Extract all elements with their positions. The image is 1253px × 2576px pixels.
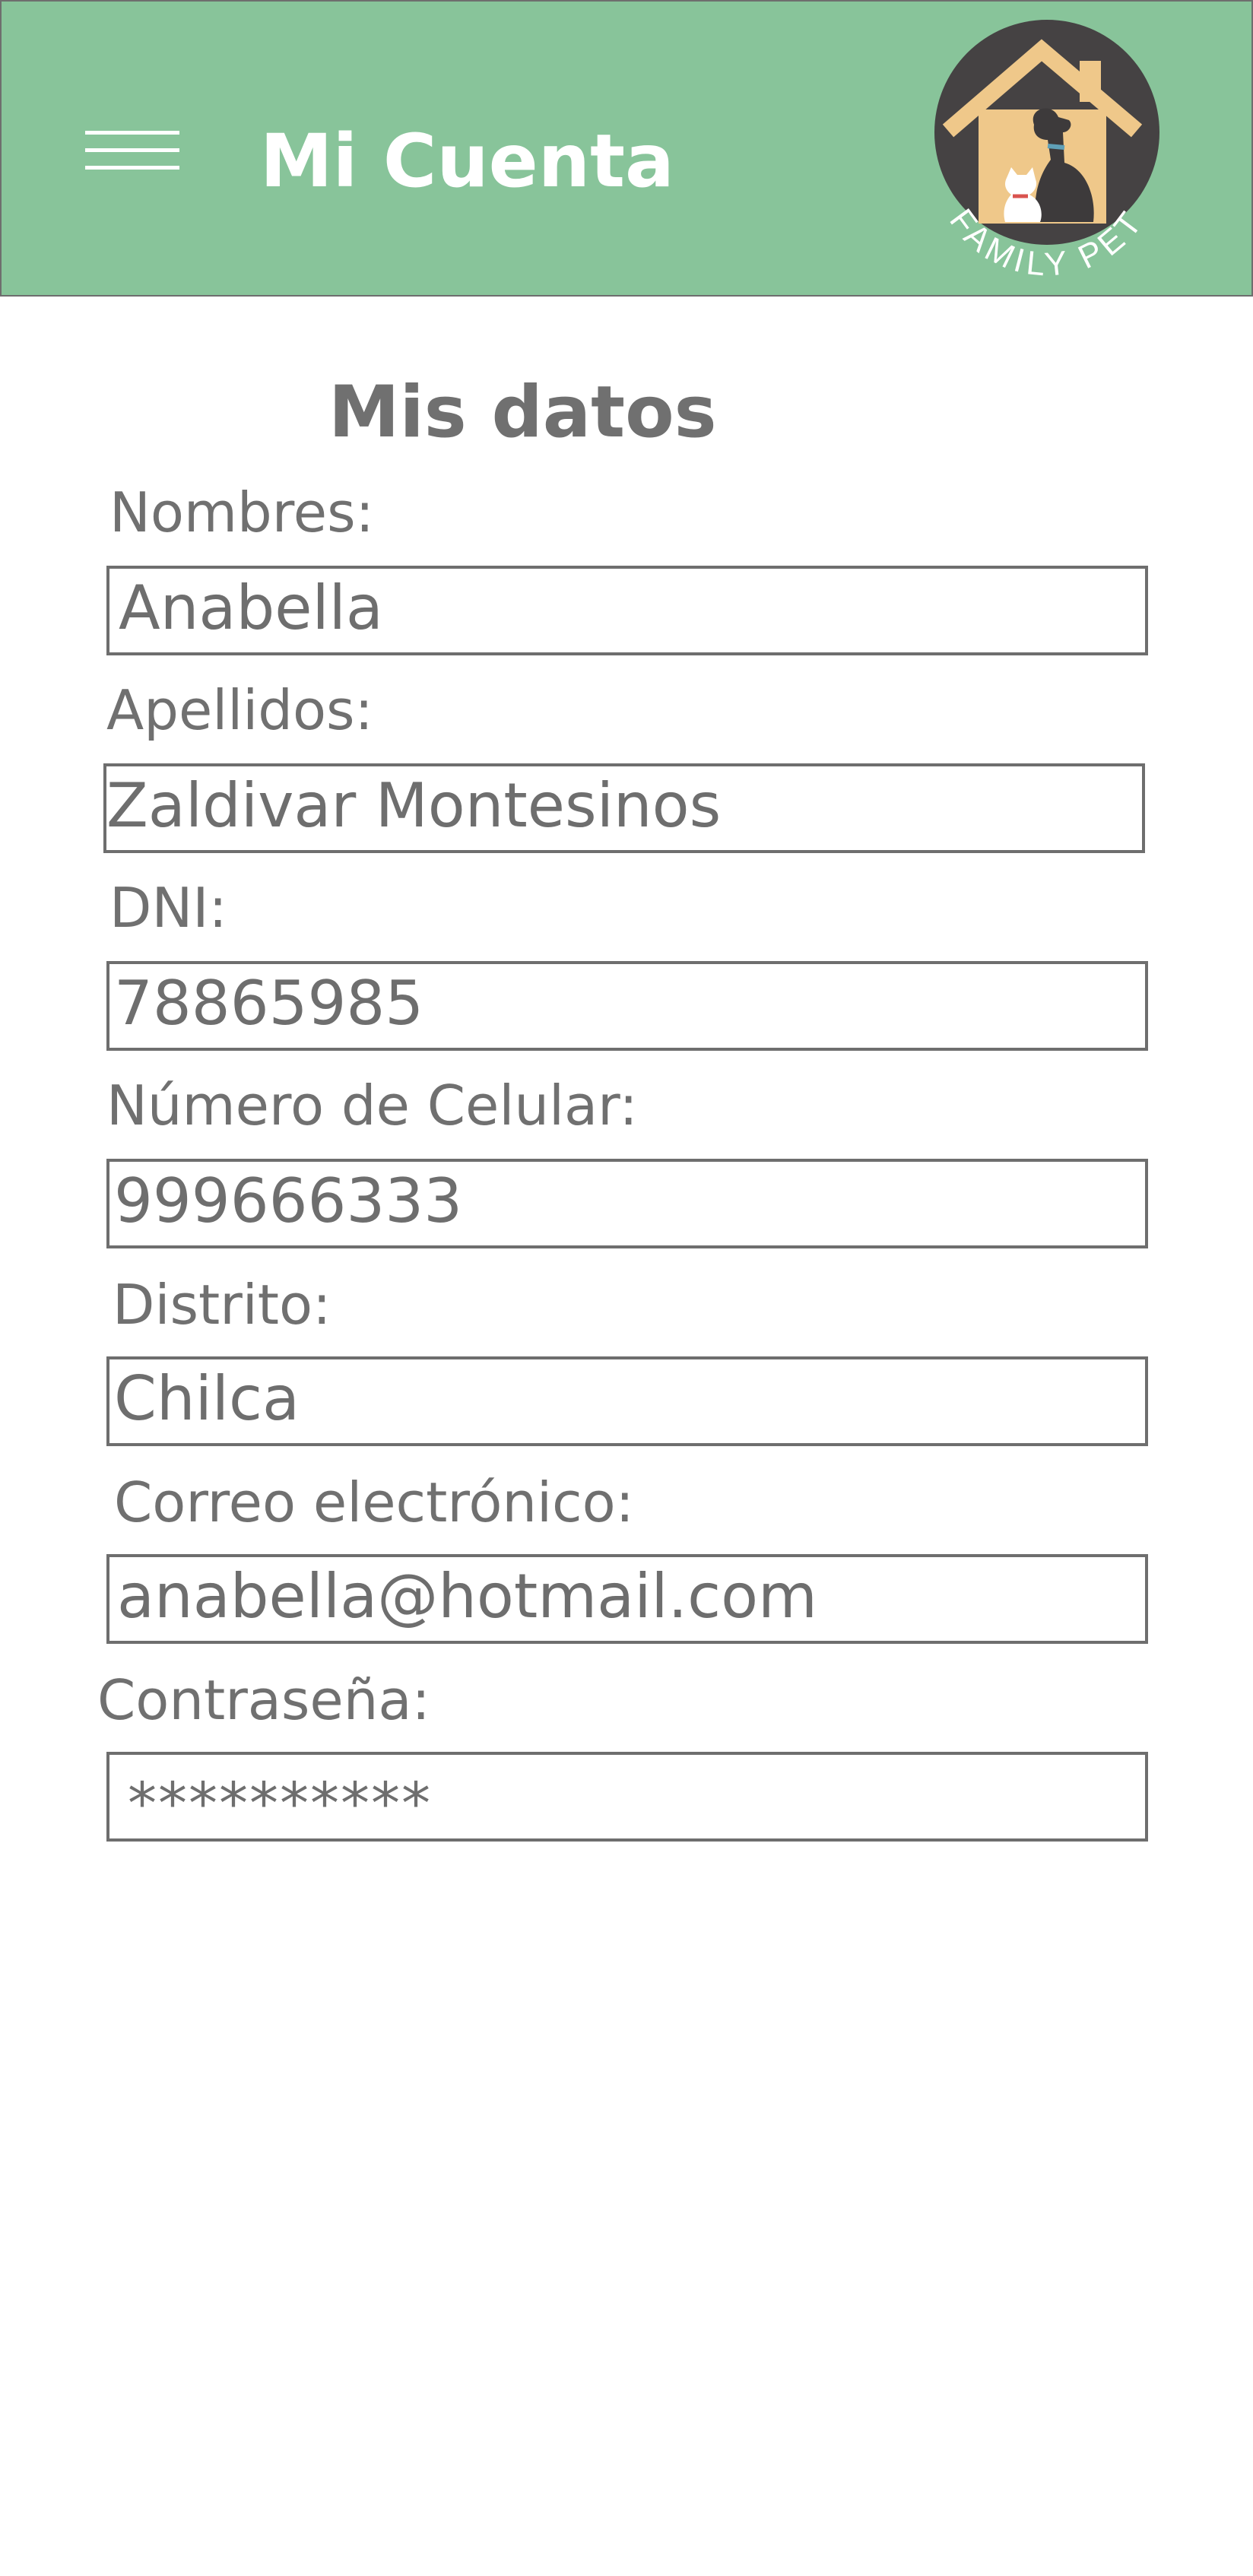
hamburger-menu-icon[interactable]: [85, 131, 179, 170]
family-pet-logo: FAMILY PET: [934, 20, 1159, 284]
district-label: Distrito:: [113, 1273, 331, 1337]
section-title: Mis datos: [328, 371, 717, 454]
phone-field[interactable]: 999666333: [106, 1159, 1148, 1248]
dni-field[interactable]: 78865985: [106, 961, 1148, 1051]
password-field[interactable]: **********: [106, 1752, 1148, 1842]
first-name-label: Nombres:: [109, 481, 374, 544]
email-field[interactable]: anabella@hotmail.com: [106, 1554, 1148, 1644]
app-header: Mi Cuenta FAMILY PET: [0, 0, 1253, 297]
email-label: Correo electrónico:: [114, 1470, 634, 1534]
phone-label: Número de Celular:: [106, 1074, 638, 1137]
password-label: Contraseña:: [97, 1668, 430, 1732]
last-name-label: Apellidos:: [106, 678, 373, 742]
page-title: Mi Cuenta: [260, 119, 674, 204]
last-name-field[interactable]: Zaldivar Montesinos: [103, 763, 1145, 853]
first-name-field[interactable]: Anabella: [106, 566, 1148, 655]
dni-label: DNI:: [109, 876, 227, 940]
account-screen: Mi Cuenta FAMILY PET Mis datos Nombres:: [0, 0, 1253, 2576]
district-field[interactable]: Chilca: [106, 1356, 1148, 1446]
